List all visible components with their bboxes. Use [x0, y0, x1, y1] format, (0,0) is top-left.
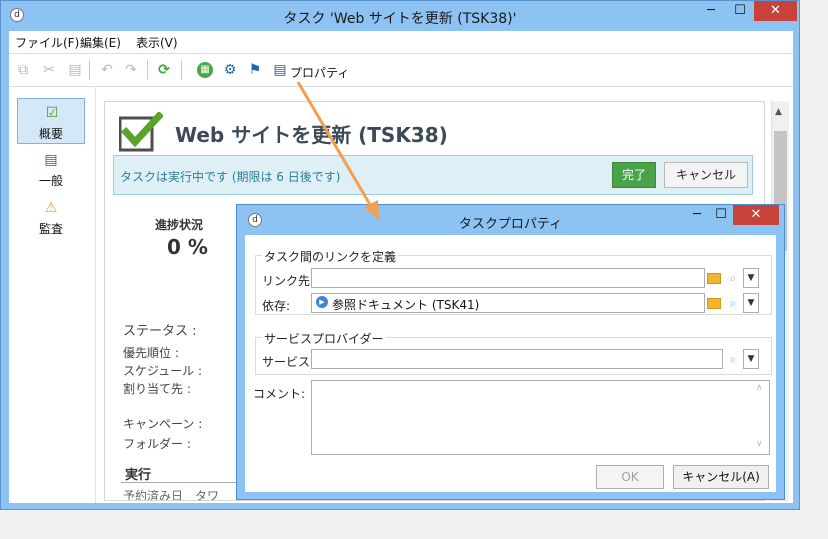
menu-bar: ファイル(F) 編集(E) 表示(V): [9, 31, 793, 54]
cut-icon[interactable]: ✂: [41, 62, 57, 78]
task-properties-dialog: d タスクプロパティ ─ ☐ ✕ タスク間のリンクを定義 リンク先: ⌕ ▼ 依…: [236, 204, 785, 500]
toolbar-separator: [181, 60, 182, 80]
dialog-cancel-button[interactable]: キャンセル(A): [673, 465, 769, 489]
nav-label-audit: 監査: [38, 222, 63, 236]
refresh-icon[interactable]: ⟳: [156, 62, 172, 78]
status-message: タスクは実行中です (期限は 6 日後です): [120, 170, 341, 184]
audit-icon: ⚠: [44, 200, 58, 216]
menu-file[interactable]: ファイル(F): [15, 34, 79, 51]
progress-label: 進捗状況: [155, 218, 204, 232]
execution-heading: 実行: [125, 468, 152, 483]
toolbar-separator: [147, 60, 148, 80]
properties-icon[interactable]: ▤: [272, 62, 288, 78]
depends-input[interactable]: ▶ 参照ドキュメント (TSK41): [311, 293, 705, 313]
nav-item-overview[interactable]: ☑ 概要: [17, 98, 85, 144]
dialog-close-button[interactable]: ✕: [733, 205, 779, 225]
assigned-field-label: 割り当て先 :: [123, 382, 191, 396]
link-to-dropdown[interactable]: ▼: [743, 268, 759, 288]
properties-label[interactable]: プロパティ: [290, 64, 349, 81]
dialog-maximize-button[interactable]: ☐: [709, 205, 733, 225]
gear-icon[interactable]: ⚙: [222, 62, 238, 78]
dialog-minimize-button[interactable]: ─: [685, 205, 709, 225]
provider-group-title: サービスプロバイダー: [262, 330, 386, 347]
scroll-up-icon[interactable]: ▲: [775, 107, 782, 117]
checkbox-icon: ☑: [45, 105, 59, 121]
dialog-client-area: タスク間のリンクを定義 リンク先: ⌕ ▼ 依存: ▶ 参照ドキュメント (TS…: [245, 235, 776, 492]
ok-button[interactable]: OK: [596, 465, 664, 489]
depends-label: 依存:: [262, 299, 291, 313]
main-title-bar[interactable]: d タスク 'Web サイトを更新 (TSK38)' ─ ☐ ✕: [1, 1, 799, 31]
menu-view[interactable]: 表示(V): [136, 34, 178, 51]
depends-folder-icon[interactable]: [707, 298, 721, 309]
priority-field-label: 優先順位 :: [123, 346, 179, 360]
nav-item-general[interactable]: ▤ 一般: [17, 146, 85, 192]
execution-divider: [121, 482, 251, 483]
close-button[interactable]: ✕: [754, 1, 797, 21]
campaign-field-label: キャンペーン :: [123, 417, 203, 431]
link-to-label: リンク先:: [262, 274, 315, 288]
nav-item-audit[interactable]: ⚠ 監査: [17, 194, 85, 240]
clipboard-icon: ▤: [44, 152, 58, 168]
comment-scroll-down-icon[interactable]: ∨: [756, 439, 763, 449]
depends-search-icon[interactable]: ⌕: [726, 296, 740, 310]
menu-edit[interactable]: 編集(E): [80, 34, 121, 51]
redo-icon[interactable]: ↷: [123, 62, 139, 78]
task-title: Web サイトを更新 (TSK38): [175, 123, 448, 147]
progress-value: 0 %: [167, 235, 208, 259]
window-title: タスク 'Web サイトを更新 (TSK38)': [283, 11, 517, 27]
comment-label: コメント:: [253, 387, 306, 401]
toolbar-separator: [89, 60, 90, 80]
status-banner: タスクは実行中です (期限は 6 日後です) 完了 キャンセル: [113, 155, 753, 195]
schedule-field-label: スケジュール :: [123, 364, 203, 378]
copy-icon[interactable]: ⧉: [15, 62, 31, 78]
service-dropdown[interactable]: ▼: [743, 349, 759, 369]
calculator-icon[interactable]: ▦: [197, 62, 213, 78]
depends-dropdown[interactable]: ▼: [743, 293, 759, 313]
dialog-title-bar[interactable]: d タスクプロパティ ─ ☐ ✕: [237, 205, 784, 235]
paste-icon[interactable]: ▤: [67, 62, 83, 78]
done-button[interactable]: 完了: [612, 162, 656, 188]
link-to-folder-icon[interactable]: [707, 273, 721, 284]
minimize-button[interactable]: ─: [696, 1, 726, 21]
cancel-task-button[interactable]: キャンセル: [664, 162, 748, 188]
undo-icon[interactable]: ↶: [99, 62, 115, 78]
nav-label-overview: 概要: [38, 127, 63, 141]
folder-field-label: フォルダー :: [123, 437, 191, 451]
service-input[interactable]: [311, 349, 723, 369]
comment-scrollbar[interactable]: ∧ ∨: [753, 381, 769, 454]
left-navigation: ☑ 概要 ▤ 一般 ⚠ 監査: [9, 87, 96, 503]
service-search-icon[interactable]: ⌕: [726, 352, 740, 366]
link-to-search-icon[interactable]: ⌕: [726, 271, 740, 285]
task-check-icon: [119, 112, 163, 152]
service-label: サービス:: [262, 355, 315, 369]
status-field-label: ステータス :: [123, 324, 197, 339]
execution-partial-text: 予約済み日 タワ: [123, 489, 220, 500]
nav-label-general: 一般: [38, 174, 63, 188]
task-flag-icon[interactable]: ⚑: [247, 62, 263, 78]
link-to-input[interactable]: [311, 268, 705, 288]
play-icon: ▶: [316, 296, 328, 308]
toolbar: ⧉ ✂ ▤ ↶ ↷ ⟳ ▦ ⚙ ⚑ ▤ プロパティ: [9, 54, 793, 87]
comment-textarea[interactable]: [311, 380, 770, 455]
maximize-button[interactable]: ☐: [726, 1, 754, 21]
depends-value: 参照ドキュメント (TSK41): [332, 298, 480, 312]
links-group-title: タスク間のリンクを定義: [262, 248, 399, 265]
comment-scroll-up-icon[interactable]: ∧: [756, 383, 763, 393]
